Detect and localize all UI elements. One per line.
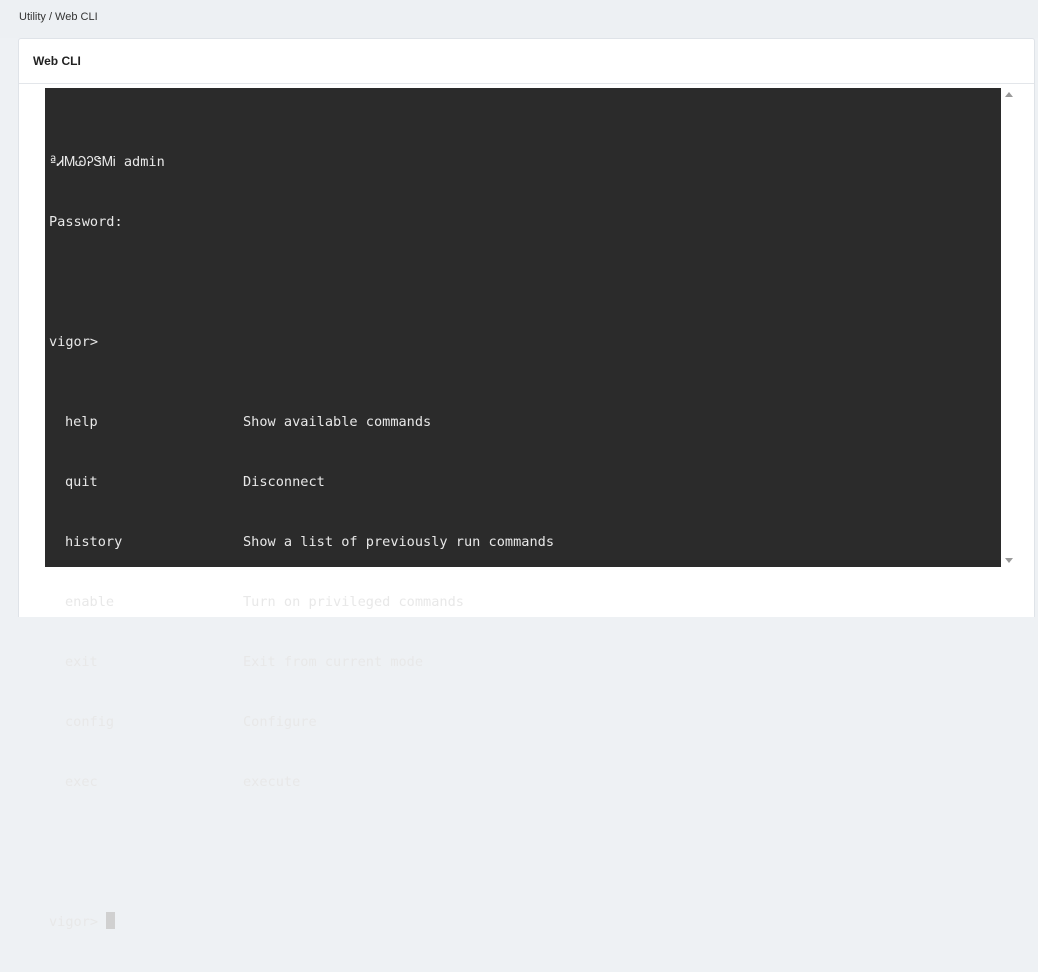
prompt-line: vigor> bbox=[49, 334, 99, 350]
command-row-exit: exit Exit from current mode bbox=[49, 652, 1001, 672]
command-row-quit: quit Disconnect bbox=[49, 472, 1001, 492]
command-row-history: history Show a list of previously run com… bbox=[49, 532, 1001, 552]
command-name: enable bbox=[65, 594, 115, 610]
terminal-scrollbar[interactable] bbox=[1002, 88, 1017, 567]
command-name: exit bbox=[65, 654, 98, 670]
command-name: history bbox=[65, 534, 123, 550]
active-prompt-line[interactable]: vigor> bbox=[49, 912, 1001, 932]
panel-title: Web CLI bbox=[19, 39, 1034, 84]
command-description: Exit from current mode bbox=[243, 654, 424, 670]
scroll-up-arrow-icon[interactable] bbox=[1005, 92, 1013, 97]
command-row-enable: enable Turn on privileged commands bbox=[49, 592, 1001, 612]
command-name: quit bbox=[65, 474, 98, 490]
command-description: Show available commands bbox=[243, 414, 432, 430]
command-description: Disconnect bbox=[243, 474, 325, 490]
active-prompt: vigor> bbox=[49, 914, 107, 930]
command-row-help: help Show available commands bbox=[49, 412, 1001, 432]
command-row-config: config Configure bbox=[49, 712, 1001, 732]
web-cli-panel: Web CLI ªᏗᎷᏊᎮᏕᎷᎥ admin Password: vigor> … bbox=[18, 38, 1035, 930]
breadcrumb: Utility / Web CLI bbox=[0, 0, 1038, 38]
terminal-window[interactable]: ªᏗᎷᏊᎮᏕᎷᎥ admin Password: vigor> help Show… bbox=[45, 88, 1001, 930]
command-description: execute bbox=[243, 774, 301, 790]
command-description: Configure bbox=[243, 714, 317, 730]
command-row-exec: exec execute bbox=[49, 772, 1001, 792]
command-name: help bbox=[65, 414, 98, 430]
login-prompt-line: ªᏗᎷᏊᎮᏕᎷᎥ admin bbox=[49, 154, 165, 170]
command-name: config bbox=[65, 714, 115, 730]
command-description: Turn on privileged commands bbox=[243, 594, 464, 610]
password-prompt-line: Password: bbox=[49, 214, 123, 230]
scroll-down-arrow-icon[interactable] bbox=[1005, 558, 1013, 563]
text-cursor bbox=[106, 912, 116, 929]
command-description: Show a list of previously run commands bbox=[243, 534, 554, 550]
command-name: exec bbox=[65, 774, 98, 790]
